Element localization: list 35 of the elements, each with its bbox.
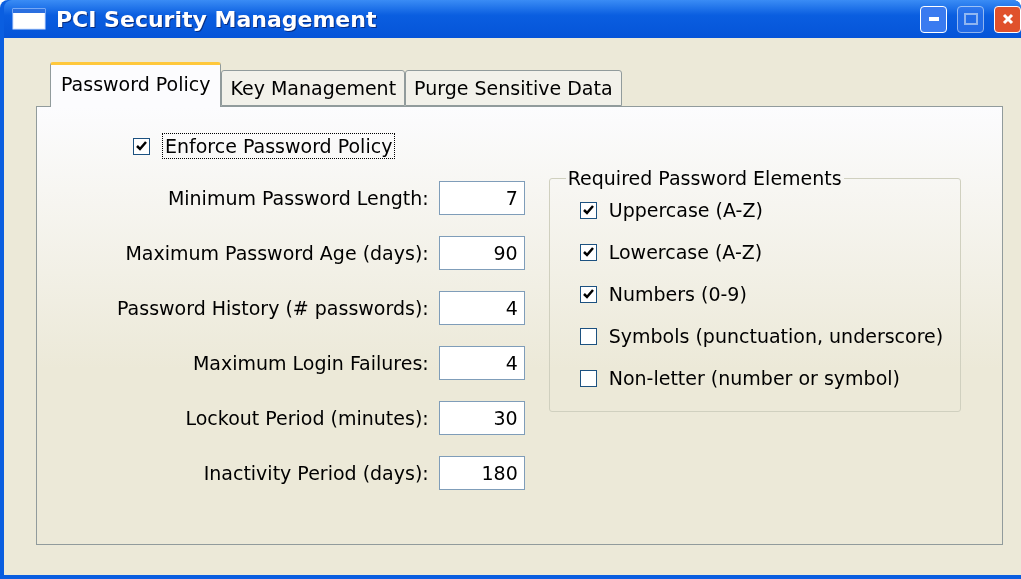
- input-field[interactable]: 90: [438, 236, 525, 270]
- tab[interactable]: Password Policy: [50, 62, 222, 107]
- checkbox-label: Uppercase (A-Z): [608, 199, 763, 221]
- checkbox-label: Lowercase (A-Z): [608, 241, 763, 263]
- input-field[interactable]: 180: [438, 456, 525, 490]
- input-field[interactable]: 4: [438, 291, 525, 325]
- checkbox[interactable]: [579, 243, 597, 261]
- checkbox-label: Numbers (0-9): [608, 283, 747, 305]
- maximize-icon: [963, 13, 978, 25]
- field-label: Maximum Password Age (days):: [124, 242, 429, 264]
- checkbox[interactable]: [579, 201, 597, 219]
- checkbox[interactable]: [579, 327, 597, 345]
- checkbox[interactable]: [133, 137, 150, 155]
- close-button[interactable]: [994, 5, 1021, 33]
- field-label: Inactivity Period (days):: [202, 462, 429, 484]
- minimize-icon: [928, 17, 939, 21]
- tab[interactable]: Key Management: [221, 70, 406, 106]
- field-label: Password History (# passwords):: [117, 297, 429, 319]
- checkbox[interactable]: [579, 285, 597, 303]
- group-title: Required Password Elements: [566, 167, 843, 189]
- input-field[interactable]: 4: [438, 346, 525, 380]
- input-field[interactable]: 7: [438, 181, 525, 215]
- tab[interactable]: Purge Sensitive Data: [405, 70, 622, 106]
- checkbox-label: Enforce Password Policy: [162, 133, 396, 159]
- field-label: Maximum Login Failures:: [191, 352, 429, 374]
- window-title: PCI Security Management: [56, 6, 378, 32]
- field-label: Lockout Period (minutes):: [184, 407, 429, 429]
- checkbox-label: Symbols (punctuation, underscore): [608, 325, 944, 347]
- checkbox[interactable]: [579, 369, 597, 387]
- close-icon: [1001, 13, 1014, 25]
- minimize-button[interactable]: [920, 5, 947, 33]
- window-icon: [12, 8, 46, 30]
- input-field[interactable]: 30: [438, 401, 525, 435]
- checkbox-label: Non-letter (number or symbol): [608, 367, 900, 389]
- field-label: Minimum Password Length:: [166, 187, 429, 209]
